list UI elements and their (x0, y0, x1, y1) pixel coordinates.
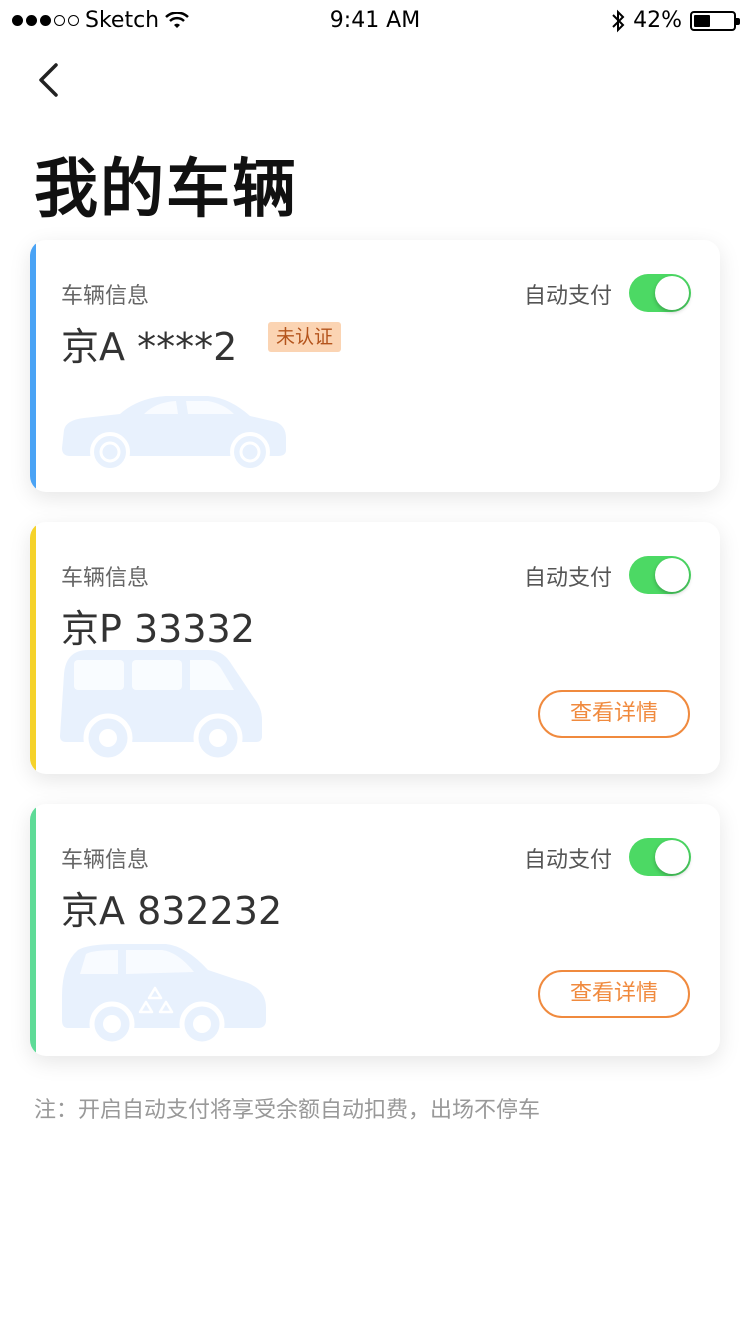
status-right: 42% (611, 8, 740, 33)
toggle-knob (655, 276, 689, 310)
plate-number: 京A ****2 (61, 325, 238, 369)
card-label: 车辆信息 (61, 566, 150, 591)
view-details-button[interactable]: 查看详情 (538, 690, 690, 738)
card-label: 车辆信息 (61, 284, 150, 309)
plate-number: 京A 832232 (61, 889, 283, 933)
card-accent (30, 804, 36, 1056)
autopay-toggle[interactable] (629, 838, 691, 876)
battery-fill (694, 14, 710, 27)
back-button[interactable] (28, 60, 68, 100)
view-details-button[interactable]: 查看详情 (538, 970, 690, 1018)
card-accent (30, 240, 36, 492)
toggle-knob (655, 558, 689, 592)
van-icon (60, 650, 262, 762)
vehicle-card[interactable]: 车辆信息 京A ****2 未认证 自动支付 (30, 240, 720, 492)
card-label: 车辆信息 (61, 848, 150, 873)
eco-car-icon (62, 944, 266, 1044)
battery-icon (690, 10, 740, 31)
page-title: 我的车辆 (34, 153, 298, 227)
battery-tip (736, 17, 740, 25)
autopay-label: 自动支付 (523, 848, 612, 873)
status-bar: Sketch 9:41 AM 42% (0, 0, 750, 40)
vehicle-card[interactable]: 车辆信息 京P 33332 自动支付 查看详情 (30, 522, 720, 774)
unverified-badge: 未认证 (268, 322, 342, 352)
autopay-toggle[interactable] (629, 274, 691, 312)
autopay-toggle[interactable] (629, 556, 691, 594)
bluetooth-icon (612, 9, 625, 32)
battery-percent: 42% (633, 8, 682, 33)
sedan-icon (62, 396, 286, 470)
autopay-label: 自动支付 (523, 566, 612, 591)
footnote: 注：开启自动支付将享受余额自动扣费，出场不停车 (34, 1098, 541, 1123)
chevron-left-icon (39, 63, 58, 97)
toggle-knob (655, 840, 689, 874)
autopay-label: 自动支付 (523, 284, 612, 309)
card-accent (30, 522, 36, 774)
vehicle-card[interactable]: 车辆信息 京A 832232 自动支付 查看详情 (30, 804, 720, 1056)
plate-number: 京P 33332 (61, 607, 255, 651)
